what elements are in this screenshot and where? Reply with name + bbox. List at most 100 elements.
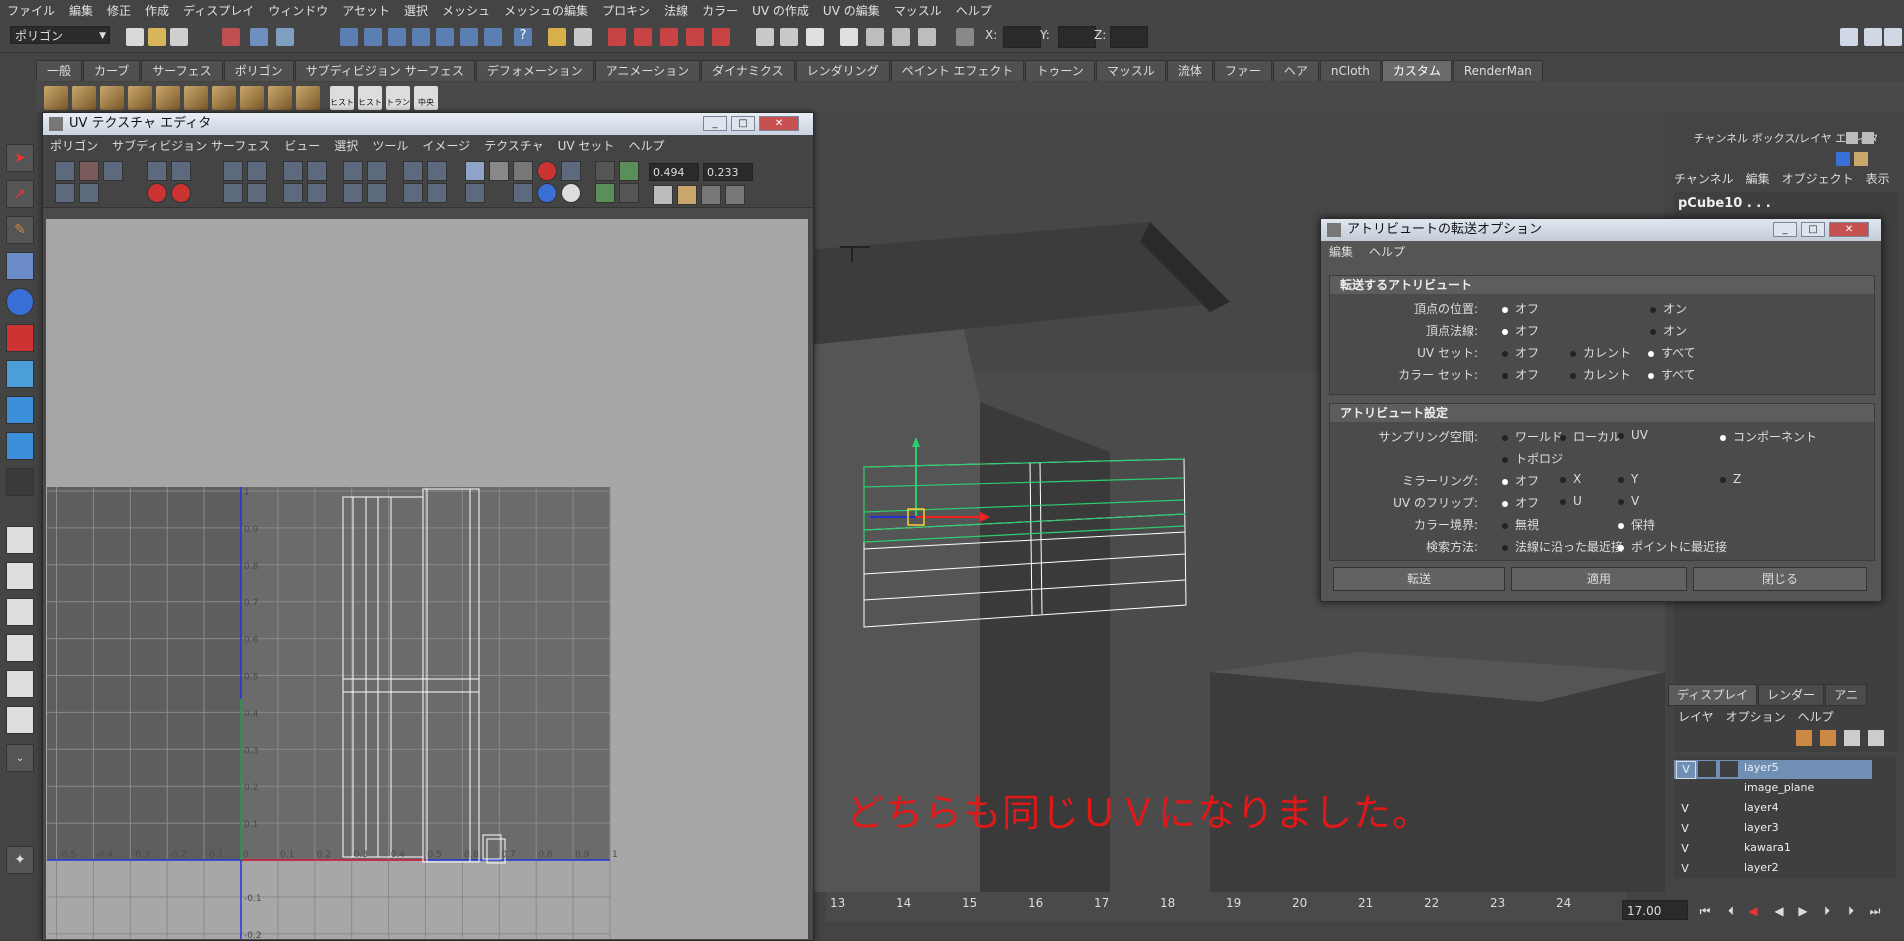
float-icon[interactable] [1846,132,1858,144]
dim-image-icon[interactable] [513,183,533,203]
menu-item[interactable]: ウィンドウ [261,2,335,19]
layout-persp-graph-icon[interactable] [6,634,34,662]
transfer-button[interactable]: 転送 [1333,567,1505,591]
radio-option[interactable]: カレント [1570,366,1631,383]
layer-color-swatch[interactable] [1720,861,1738,877]
uv-grid-canvas[interactable]: -0.5 -0.4 -0.3 -0.2 -0.1 0 0.1 0.2 0.3 0.4 0.5 0.6 0… [46,219,808,939]
shelf-tool-icon[interactable] [240,86,264,110]
maximize-button[interactable]: □ [1801,222,1825,237]
shelf-tool-icon[interactable] [296,86,320,110]
align-icon[interactable] [283,183,303,203]
grid-snap-icon[interactable] [343,183,363,203]
uv-menu-item[interactable]: ポリゴン [43,137,105,154]
layout-two-icon[interactable] [6,598,34,626]
y-field[interactable] [1058,26,1096,48]
shelf-tool-icon[interactable] [72,86,96,110]
u-value-field[interactable]: 0.494 [649,163,699,181]
menu-item[interactable]: 選択 [397,2,435,19]
shelf-history-icon[interactable]: ヒスト [358,86,382,110]
layer-row[interactable]: image_plane [1674,780,1872,799]
uv-menu-item[interactable]: 選択 [327,137,365,154]
shelf-tool-icon[interactable] [184,86,208,110]
play-backwards-icon[interactable]: ◀ [1770,904,1788,918]
snap-plane-icon[interactable] [412,28,430,46]
select-component-icon[interactable] [276,28,294,46]
uv-menu-item[interactable]: ヘルプ [621,137,671,154]
radio-option[interactable]: ワールド [1502,428,1563,445]
radio-option[interactable]: オフ [1502,366,1539,383]
current-frame-field[interactable]: 17.00 [1622,900,1688,920]
layer-row[interactable]: Vlayer2 [1674,860,1872,879]
tool-settings-toggle-icon[interactable] [1864,28,1882,46]
step-back-frame-icon[interactable]: ◀ [1744,904,1762,918]
hypershade-icon[interactable] [756,28,774,46]
radio-option[interactable]: オン [1650,322,1687,339]
step-forward-key-icon[interactable]: ⏵ [1842,904,1860,918]
close-icon[interactable] [1862,132,1874,144]
attribute-transfer-options-dialog[interactable]: アトリビュートの転送オプション _ □ ✕ 編集 ヘルプ 転送するアトリビュート … [1320,218,1882,602]
radio-option[interactable]: UV [1618,428,1648,442]
shelf-center-icon[interactable]: 中央 [414,86,438,110]
dialog-menu-item[interactable]: ヘルプ [1361,243,1413,260]
move-tool-icon[interactable] [6,252,34,280]
new-layer-icon[interactable] [1796,730,1812,746]
layer-row[interactable]: Vkawara1 [1674,840,1872,859]
layer-color-swatch[interactable] [1720,841,1738,857]
template-toggle[interactable] [1698,781,1716,797]
shelf-tool-icon[interactable] [268,86,292,110]
alpha-channel-icon[interactable] [561,183,581,203]
pixel-snap-icon[interactable] [561,161,581,181]
radio-option[interactable]: X [1560,472,1581,486]
menu-item[interactable]: メッシュの編集 [497,2,595,19]
image-range-icon[interactable] [465,183,485,203]
shelf-history-icon[interactable]: ヒスト [330,86,354,110]
shelf-tab[interactable]: アニメーション [594,60,701,81]
layout-four-icon[interactable] [6,562,34,590]
shell-select-icon[interactable] [427,183,447,203]
layer-color-swatch[interactable] [1720,821,1738,837]
radio-option[interactable]: すべて [1648,344,1696,361]
menu-item[interactable]: 編集 [62,2,100,19]
uv-menu-item[interactable]: ツール [365,137,415,154]
checker-map-icon[interactable] [619,183,639,203]
uv-menu-item[interactable]: サブディビジョン サーフェス [105,137,277,154]
paint-select-tool-icon[interactable]: ✎ [6,216,34,244]
shell-select-icon[interactable] [403,161,423,181]
channel-menu-item[interactable]: 表示 [1860,170,1896,188]
shell-select-icon[interactable] [403,183,423,203]
new-scene-icon[interactable] [126,28,144,46]
channel-menu-item[interactable]: チャンネル [1668,170,1740,188]
select-tool-icon[interactable]: ➤ [6,144,34,172]
shelf-tab[interactable]: ペイント エフェクト [890,60,1025,81]
snap-live-icon[interactable] [460,28,478,46]
rotate-cw-icon[interactable] [171,183,191,203]
snap-grid-icon[interactable] [340,28,358,46]
step-back-key-icon[interactable]: ⏴ [1722,904,1740,918]
shell-select-icon[interactable] [427,161,447,181]
radio-option[interactable]: すべて [1648,366,1696,383]
shelf-tab[interactable]: ヘア [1272,60,1319,81]
shelf-tab[interactable]: nCloth [1319,60,1381,81]
x-field[interactable] [1003,26,1041,48]
grid-snap-icon[interactable] [343,161,363,181]
uv-texture-editor-window[interactable]: UV テクスチャ エディタ _ □ ✕ ポリゴン サブディビジョン サーフェス ビュ… [42,112,814,941]
layout-single-icon[interactable] [6,526,34,554]
visibility-toggle[interactable]: V [1676,761,1696,779]
menu-item[interactable]: アセット [335,2,397,19]
render-view-icon[interactable] [634,28,652,46]
layer-row[interactable]: Vlayer5 [1674,760,1872,779]
shelf-tool-icon[interactable] [212,86,236,110]
manipulator-tool-icon[interactable] [6,360,34,388]
menu-item[interactable]: ディスプレイ [176,2,261,19]
grid-snap-icon[interactable] [367,183,387,203]
layer-menu-item[interactable]: ヘルプ [1792,708,1840,726]
sew-uv-icon[interactable] [247,161,267,181]
layer-color-swatch[interactable] [1720,781,1738,797]
last-tool-icon[interactable] [6,468,34,496]
close-dialog-button[interactable]: 閉じる [1693,567,1867,591]
shelf-tab[interactable]: トゥーン [1025,60,1095,81]
radio-option[interactable]: オフ [1502,472,1539,489]
menu-item[interactable]: ヘルプ [949,2,999,19]
uv-tool-icon[interactable] [79,161,99,181]
dialog-menu-item[interactable]: 編集 [1321,243,1361,260]
